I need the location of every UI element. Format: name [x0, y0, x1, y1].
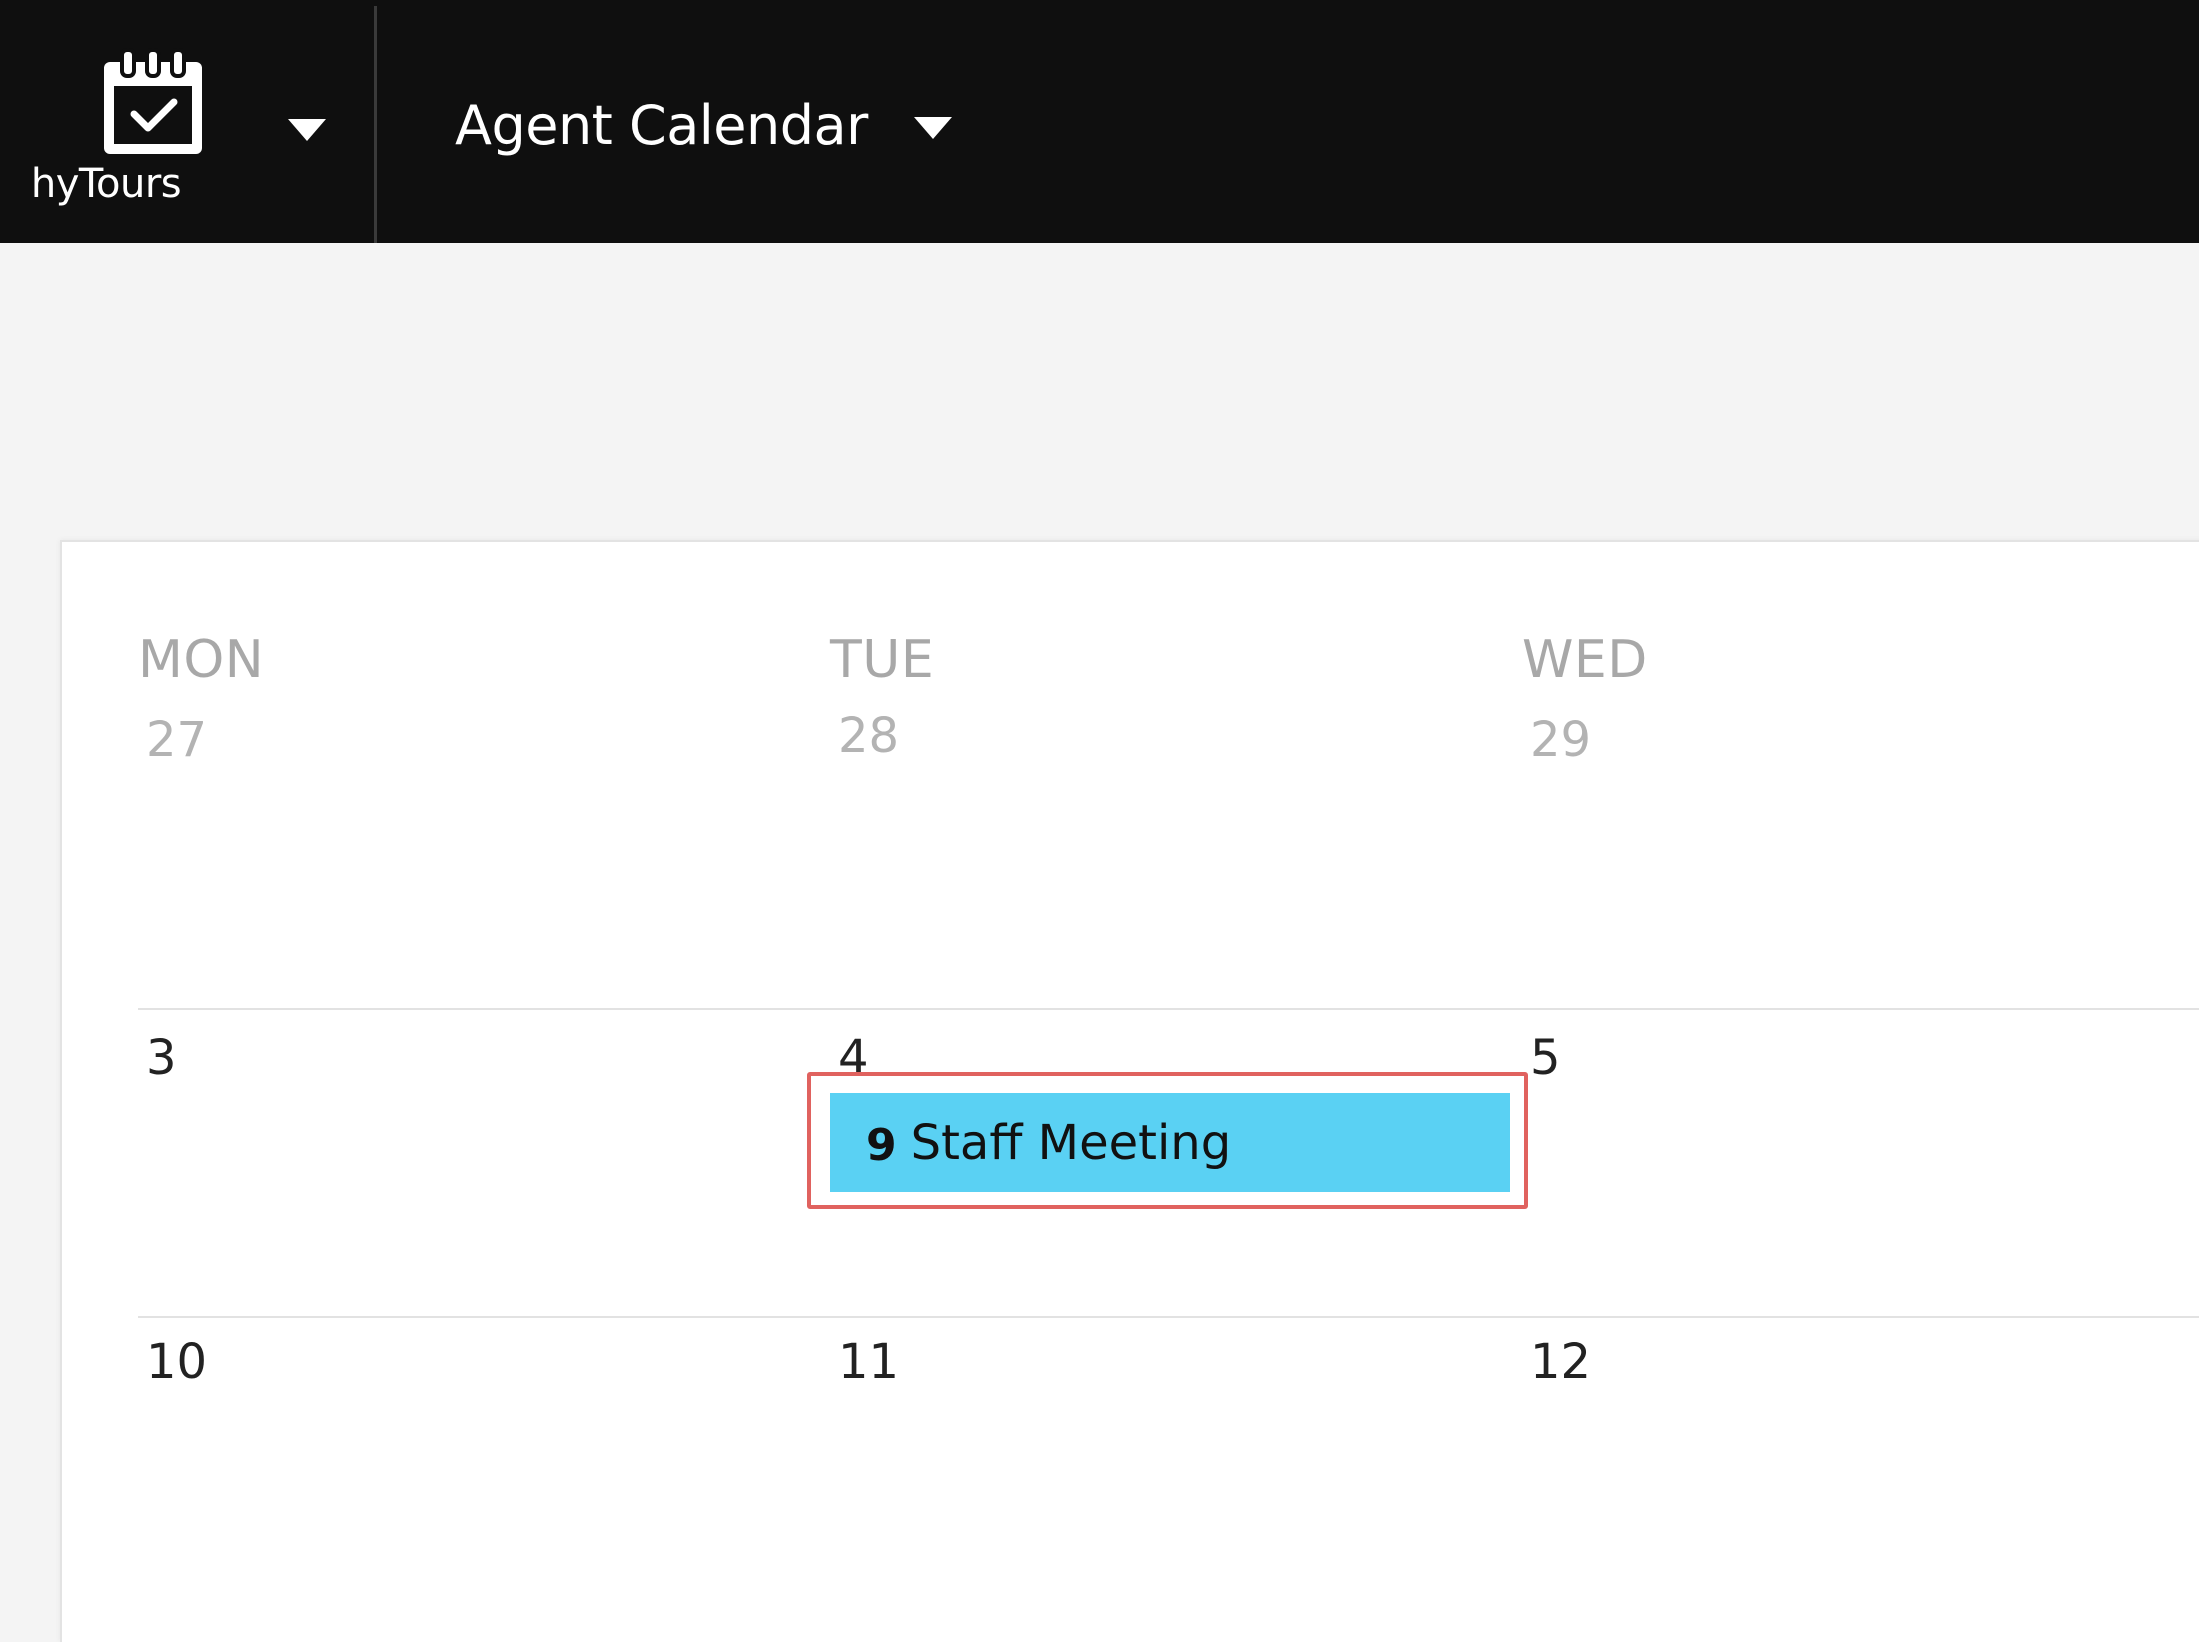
date-cell[interactable]: 3 [146, 1030, 177, 1086]
event-time: 9 [866, 1120, 897, 1171]
weekday-header-mon: MON [138, 630, 265, 690]
week-divider [138, 1316, 2199, 1318]
brand-menu[interactable]: hyTours [0, 0, 375, 243]
date-cell[interactable]: 5 [1530, 1030, 1561, 1086]
weekday-header-wed: WED [1522, 630, 1648, 690]
date-cell[interactable]: 11 [838, 1334, 899, 1390]
calendar-check-icon [104, 48, 202, 154]
date-cell[interactable]: 29 [1530, 712, 1591, 768]
event-title: Staff Meeting [910, 1114, 1232, 1171]
brand-name: hyTours [30, 161, 182, 207]
week-divider [138, 1008, 2199, 1010]
date-cell[interactable]: 28 [838, 708, 899, 764]
calendar-event[interactable]: 9 Staff Meeting [830, 1093, 1510, 1192]
nav-divider [374, 6, 377, 243]
date-cell[interactable]: 27 [146, 712, 207, 768]
app-title: Agent Calendar [455, 93, 868, 157]
caret-down-icon [288, 119, 326, 141]
caret-down-icon [913, 117, 952, 139]
date-cell[interactable]: 10 [146, 1334, 207, 1390]
top-navigation-bar: hyTours Agent Calendar [0, 0, 2199, 243]
app-switcher[interactable]: Agent Calendar [455, 80, 952, 170]
weekday-header-tue: TUE [830, 630, 935, 690]
date-cell[interactable]: 12 [1530, 1334, 1591, 1390]
